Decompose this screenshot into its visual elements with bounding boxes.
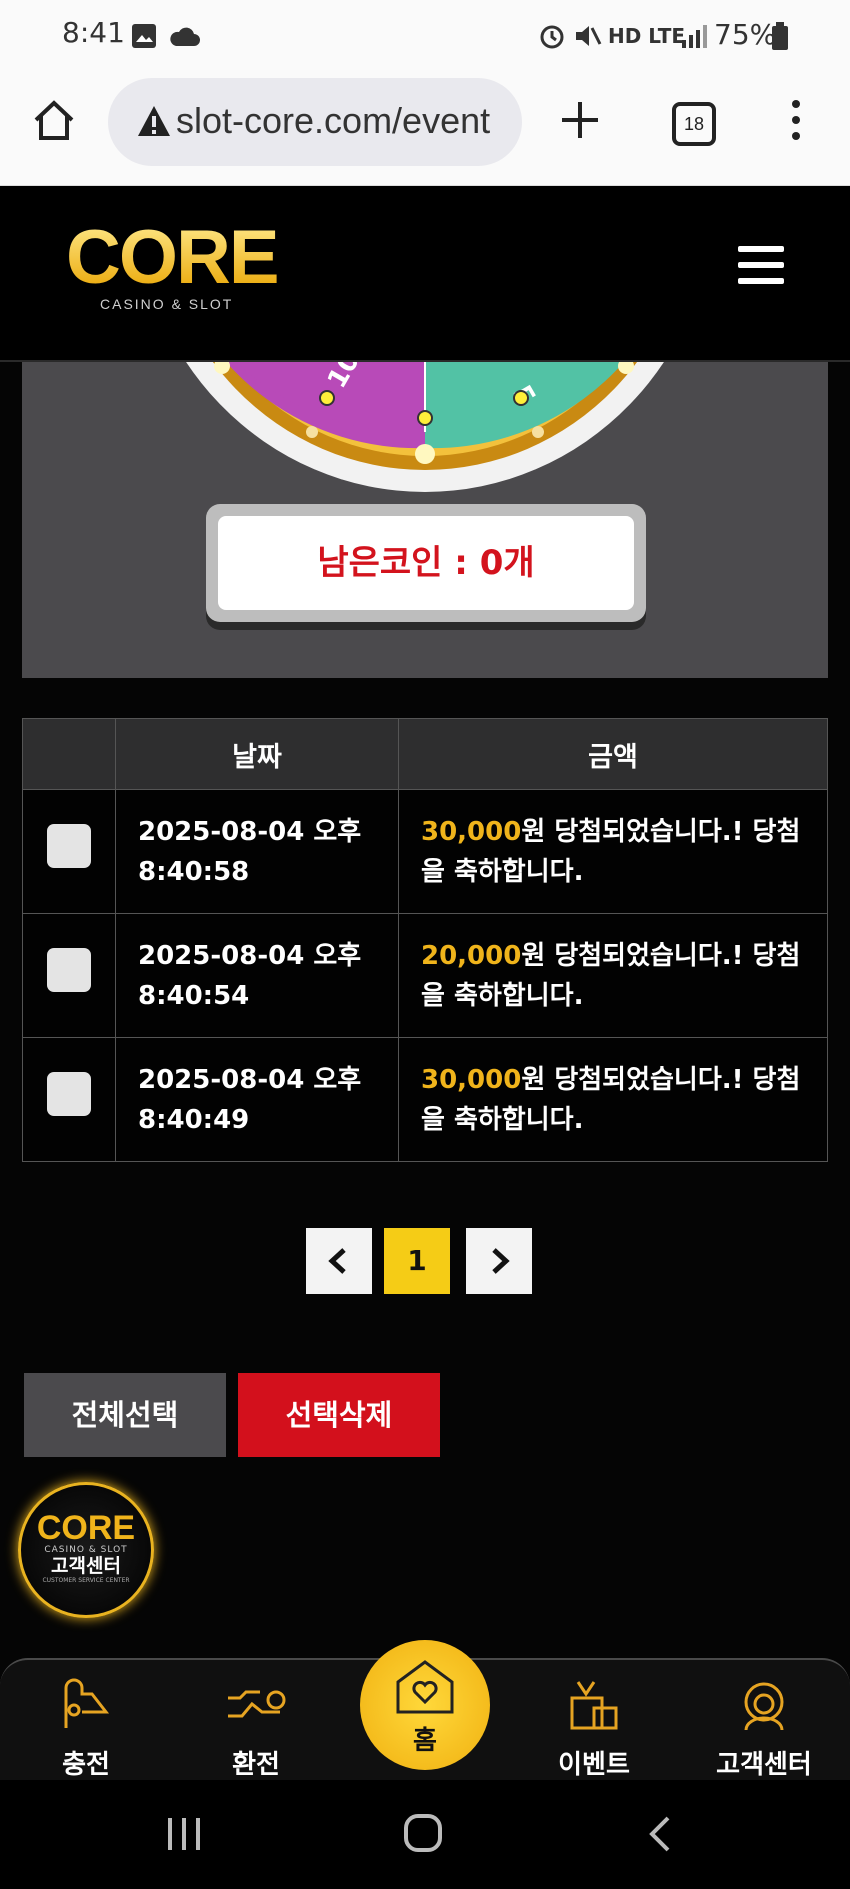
recent-apps-icon[interactable] (164, 1816, 204, 1852)
wheel-glow (306, 426, 318, 438)
headset-icon (744, 1682, 784, 1731)
col-header-date: 날짜 (115, 718, 399, 790)
select-all-button[interactable]: 전체선택 (24, 1373, 226, 1457)
delete-selected-button[interactable]: 선택삭제 (238, 1373, 440, 1457)
gallery-icon (132, 24, 156, 48)
table-row: 2025-08-04 오후 8:40:54 20,000원 당첨되었습니다.! 당… (22, 913, 828, 1038)
roulette-wheel[interactable]: 10 5 (22, 362, 828, 502)
wheel-light (319, 390, 335, 406)
gift-icon (570, 1681, 618, 1730)
row-date: 2025-08-04 오후 8:40:49 (115, 1037, 399, 1162)
row-select-cell (22, 913, 116, 1038)
amount-value: 20,000 (421, 940, 522, 971)
row-amount: 20,000원 당첨되었습니다.! 당첨 을 축하합니다. (398, 913, 828, 1038)
prev-page-button[interactable] (306, 1228, 372, 1294)
row-date: 2025-08-04 오후 8:40:58 (115, 789, 399, 914)
site-logo[interactable]: CORE (66, 220, 280, 296)
back-icon[interactable] (646, 1814, 676, 1854)
support-badge-logo: CORE (36, 1509, 136, 1547)
menu-icon-bar (738, 262, 784, 268)
chevron-left-icon (328, 1248, 346, 1274)
wheel-glow (532, 426, 544, 438)
bottom-navigation: 충전 환전 홈 이벤트 고객센터 (0, 1640, 850, 1782)
winning-history-table: 날짜 금액 2025-08-04 오후 8:40:58 30,000원 당첨되었습… (22, 718, 828, 1162)
menu-icon-bar (738, 246, 784, 252)
table-row: 2025-08-04 오후 8:40:49 30,000원 당첨되었습니다.! 당… (22, 1037, 828, 1162)
menu-button[interactable] (738, 246, 784, 294)
row-checkbox[interactable] (47, 947, 91, 992)
support-center-badge[interactable]: CORE CASINO & SLOT 고객센터 CUSTOMER SERVICE… (18, 1482, 154, 1618)
site-logo-subtitle: CASINO & SLOT (100, 296, 234, 312)
table-row: 2025-08-04 오후 8:40:58 30,000원 당첨되었습니다.! 당… (22, 789, 828, 914)
cloud-icon (170, 27, 200, 46)
nav-event[interactable]: 이벤트 (524, 1676, 664, 1781)
chevron-right-icon (492, 1248, 510, 1274)
row-checkbox[interactable] (47, 1071, 91, 1116)
nav-support[interactable]: 고객센터 (694, 1676, 834, 1781)
alarm-icon (540, 25, 564, 49)
system-navigation-bar (0, 1780, 850, 1889)
row-checkbox[interactable] (47, 823, 91, 868)
withdraw-icon (228, 1690, 286, 1718)
warning-icon (138, 106, 170, 136)
address-bar[interactable]: slot-core.com/event (108, 78, 522, 166)
new-tab-icon[interactable] (558, 98, 602, 142)
status-bar: 8:41 HD LTE 75% (0, 0, 850, 72)
battery-icon (772, 22, 788, 50)
row-amount: 30,000원 당첨되었습니다.! 당첨 을 축하합니다. (398, 1037, 828, 1162)
page-number-button[interactable]: 1 (384, 1228, 450, 1294)
battery-level: 75% (714, 18, 777, 51)
roulette-panel: 10 5 남은코인 : 0개 (22, 362, 828, 678)
menu-icon-bar (738, 278, 784, 284)
row-select-cell (22, 1037, 116, 1162)
signal-icon (682, 25, 707, 48)
wheel-glow (415, 444, 435, 464)
network-indicators: HD LTE (608, 24, 686, 48)
home-heart-icon (396, 1660, 454, 1714)
nav-home[interactable]: 홈 (360, 1640, 490, 1770)
amount-value: 30,000 (421, 816, 522, 847)
deposit-icon (64, 1678, 110, 1728)
row-select-cell (22, 789, 116, 914)
more-menu-icon[interactable] (784, 98, 808, 142)
tab-count-button[interactable]: 18 (672, 102, 716, 146)
site-header: CORE CASINO & SLOT (0, 186, 850, 362)
support-badge-label: 고객센터 (51, 1555, 121, 1577)
status-time: 8:41 (62, 16, 125, 49)
support-badge-tiny: CUSTOMER SERVICE CENTER (42, 1577, 130, 1584)
col-header-select (22, 718, 116, 790)
url-text: slot-core.com/event (176, 100, 491, 141)
home-button-icon[interactable] (402, 1812, 446, 1854)
amount-value: 30,000 (421, 1064, 522, 1095)
wheel-light (513, 390, 529, 406)
remaining-coins-box: 남은코인 : 0개 (206, 504, 646, 622)
mute-icon (576, 26, 602, 46)
next-page-button[interactable] (466, 1228, 532, 1294)
home-icon[interactable] (32, 98, 76, 142)
col-header-amount: 금액 (398, 718, 828, 790)
wheel-light (417, 410, 433, 426)
nav-deposit[interactable]: 충전 (16, 1676, 156, 1781)
row-date: 2025-08-04 오후 8:40:54 (115, 913, 399, 1038)
table-header-row: 날짜 금액 (22, 718, 828, 790)
nav-withdraw[interactable]: 환전 (186, 1676, 326, 1781)
row-amount: 30,000원 당첨되었습니다.! 당첨 을 축하합니다. (398, 789, 828, 914)
remaining-coins-label: 남은코인 : 0개 (218, 516, 634, 610)
browser-toolbar: slot-core.com/event 18 (0, 72, 850, 186)
